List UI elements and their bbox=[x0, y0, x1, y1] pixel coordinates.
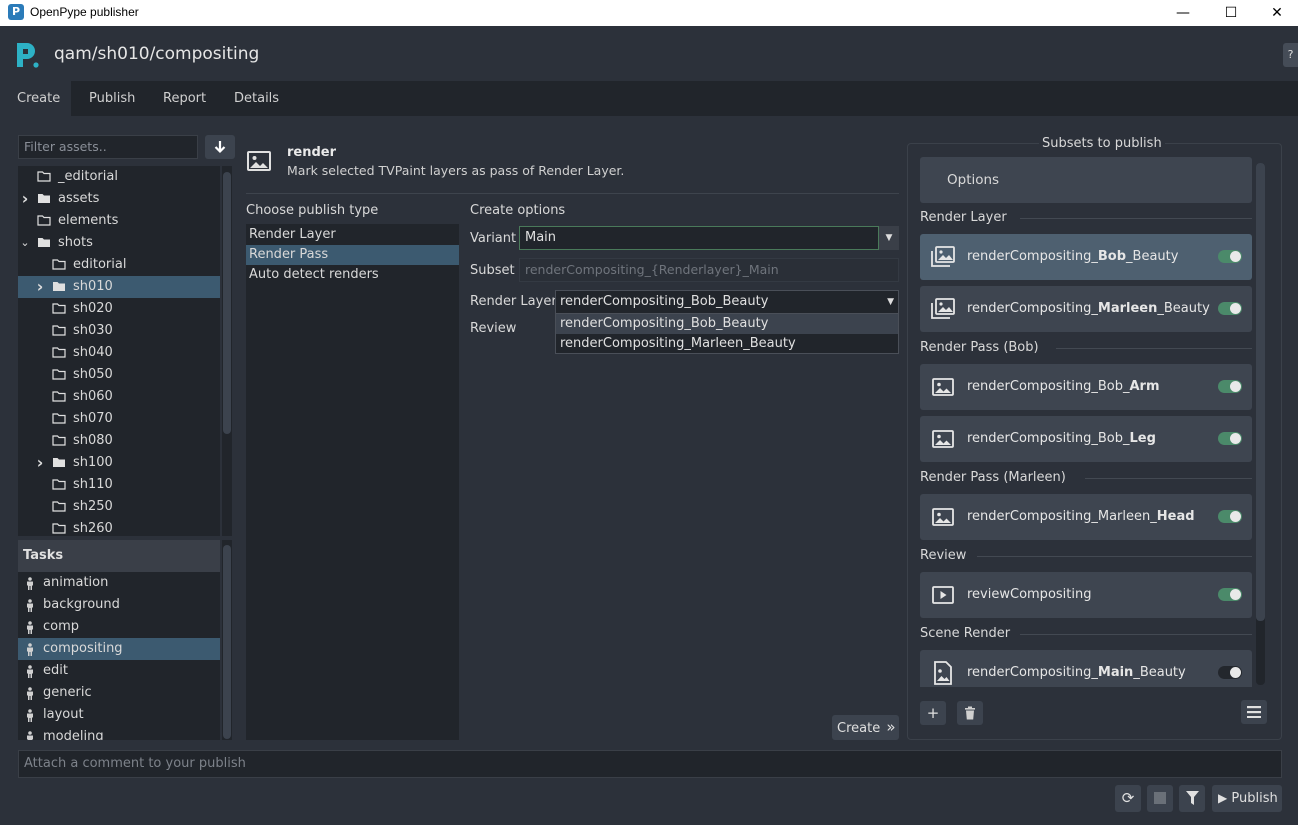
subset-enable-toggle[interactable] bbox=[1218, 302, 1242, 315]
plus-icon: + bbox=[926, 704, 940, 722]
stop-button[interactable] bbox=[1147, 785, 1173, 812]
play-icon: ▶ bbox=[1218, 791, 1228, 805]
subset-name: renderCompositing_Main_Beauty bbox=[967, 665, 1186, 680]
subset-name: renderCompositing_Marleen_Head bbox=[967, 509, 1195, 524]
play-icon bbox=[932, 586, 954, 604]
add-subset-button[interactable]: + bbox=[920, 701, 946, 725]
subset-card[interactable]: renderCompositing_Bob_Leg bbox=[920, 416, 1252, 462]
task-item[interactable]: layout bbox=[18, 704, 220, 726]
validate-button[interactable] bbox=[1179, 785, 1205, 812]
divider bbox=[1020, 218, 1252, 219]
subset-enable-toggle[interactable] bbox=[1218, 510, 1242, 523]
subset-card[interactable]: reviewCompositing bbox=[920, 572, 1252, 618]
divider bbox=[1020, 634, 1252, 635]
publish-button-label: Publish bbox=[1231, 791, 1278, 806]
layers-icon bbox=[931, 246, 955, 267]
toggle-knob bbox=[1230, 433, 1241, 444]
divider bbox=[1085, 478, 1252, 479]
refresh-icon: ⟳ bbox=[1121, 789, 1135, 807]
subset-card[interactable]: renderCompositing_Marleen_Head bbox=[920, 494, 1252, 540]
publish-button[interactable]: ▶ Publish bbox=[1212, 785, 1282, 812]
divider bbox=[977, 556, 1252, 557]
subset-card[interactable]: renderCompositing_Bob_Arm bbox=[920, 364, 1252, 410]
toggle-knob bbox=[1230, 251, 1241, 262]
task-person-icon bbox=[27, 731, 33, 740]
subset-group-label: Render Pass (Marleen) bbox=[920, 470, 1066, 485]
subset-name: renderCompositing_Marleen_Beauty bbox=[967, 301, 1210, 316]
toggle-knob bbox=[1230, 589, 1241, 600]
subset-name: renderCompositing_Bob_Beauty bbox=[967, 249, 1179, 264]
create-button-label: Create bbox=[837, 721, 881, 736]
reset-button[interactable]: ⟳ bbox=[1115, 785, 1141, 812]
task-person-icon bbox=[27, 687, 33, 700]
toggle-knob bbox=[1230, 511, 1241, 522]
subset-card[interactable]: renderCompositing_Marleen_Beauty bbox=[920, 286, 1252, 332]
stop-icon bbox=[1154, 792, 1166, 804]
image-icon bbox=[932, 508, 954, 526]
comment-input[interactable]: Attach a comment to your publish bbox=[18, 750, 1282, 778]
task-item-label: modeling bbox=[43, 729, 104, 740]
divider bbox=[1056, 348, 1252, 349]
task-item[interactable]: modeling bbox=[18, 726, 220, 740]
toggle-knob bbox=[1230, 667, 1241, 678]
double-chevron-right-icon: » bbox=[886, 718, 896, 736]
subset-name: reviewCompositing bbox=[967, 587, 1092, 602]
subset-group-label: Render Layer bbox=[920, 210, 1007, 225]
create-button[interactable]: Create » bbox=[832, 715, 899, 740]
subset-card[interactable]: renderCompositing_Bob_Beauty bbox=[920, 234, 1252, 280]
subset-enable-toggle[interactable] bbox=[1218, 432, 1242, 445]
task-person-icon bbox=[27, 709, 33, 722]
delete-subset-button[interactable] bbox=[957, 701, 983, 725]
subset-enable-toggle[interactable] bbox=[1218, 666, 1242, 679]
toggle-knob bbox=[1230, 303, 1241, 314]
menu-icon bbox=[1247, 706, 1261, 719]
image-icon bbox=[932, 378, 954, 396]
image-icon bbox=[932, 430, 954, 448]
subset-card[interactable]: renderCompositing_Main_Beauty bbox=[920, 650, 1252, 687]
subset-list: Render Layer renderCompositing_Bob_Beauty… bbox=[0, 0, 1298, 687]
subset-enable-toggle[interactable] bbox=[1218, 380, 1242, 393]
subset-name: renderCompositing_Bob_Arm bbox=[967, 379, 1160, 394]
subset-enable-toggle[interactable] bbox=[1218, 250, 1242, 263]
subsets-scroll-handle[interactable] bbox=[1256, 163, 1265, 621]
filter-icon bbox=[1185, 791, 1199, 805]
toggle-knob bbox=[1230, 381, 1241, 392]
subset-group-label: Scene Render bbox=[920, 626, 1011, 641]
file-image-icon bbox=[934, 661, 952, 685]
subset-group-label: Render Pass (Bob) bbox=[920, 340, 1039, 355]
trash-icon bbox=[965, 706, 975, 720]
subset-name: renderCompositing_Bob_Leg bbox=[967, 431, 1156, 446]
subset-group-label: Review bbox=[920, 548, 967, 563]
task-item-label: layout bbox=[43, 707, 84, 722]
view-menu-button[interactable] bbox=[1241, 700, 1267, 724]
layers-icon bbox=[931, 298, 955, 319]
subset-enable-toggle[interactable] bbox=[1218, 588, 1242, 601]
